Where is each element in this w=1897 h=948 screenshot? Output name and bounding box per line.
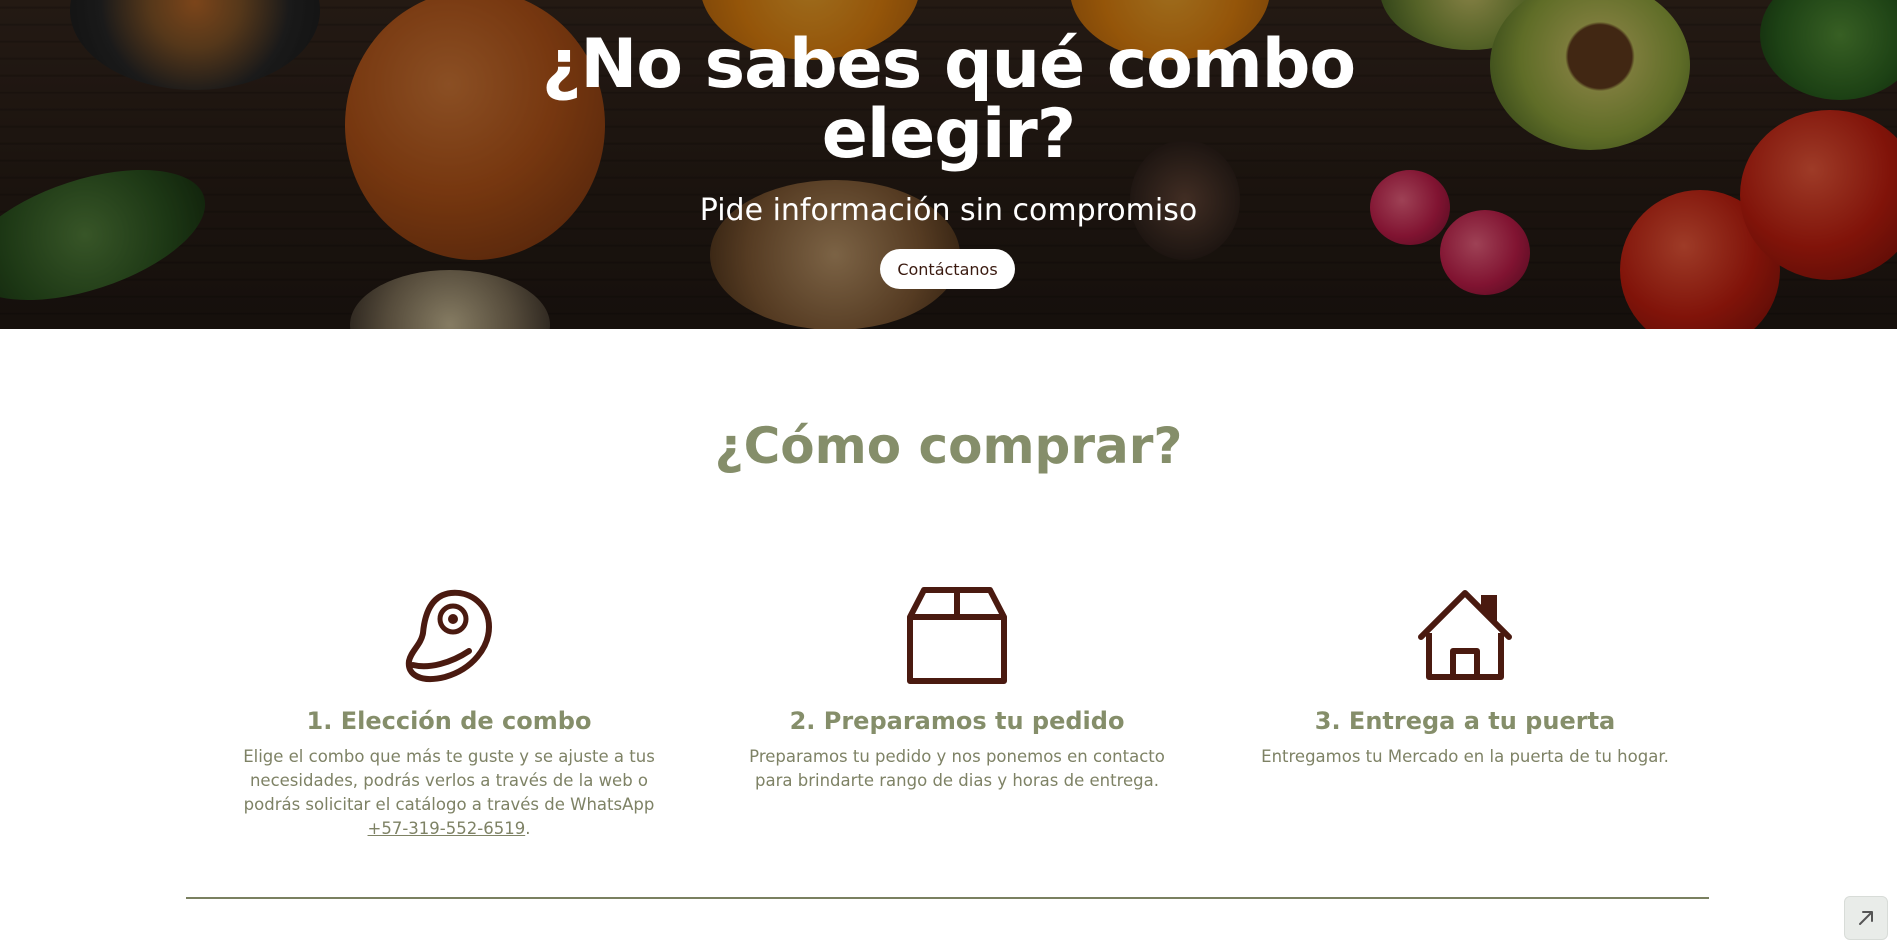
step-card-prepare-order: 2. Preparamos tu pedido Preparamos tu pe… (727, 585, 1187, 793)
hero-banner: ¿No sabes qué combo elegir? Pide informa… (0, 0, 1897, 329)
hero-title: ¿No sabes qué combo elegir? (0, 30, 1897, 170)
hero-subtitle: Pide información sin compromiso (699, 193, 1198, 228)
step-title: 3. Entrega a tu puerta (1314, 707, 1616, 735)
step-description-end: . (525, 819, 531, 838)
hero-title-line-1: ¿No sabes qué combo (541, 25, 1356, 104)
hero-title-line-2: elegir? (821, 95, 1077, 174)
arrow-up-right-icon (1859, 911, 1873, 925)
whatsapp-link[interactable]: +57-319-552-6519 (368, 819, 526, 838)
step-description: Entregamos tu Mercado en la puerta de tu… (1261, 747, 1669, 766)
contact-button[interactable]: Contáctanos (880, 249, 1015, 289)
step-description: Preparamos tu pedido y nos ponemos en co… (749, 747, 1165, 790)
step-card-choose-combo: 1. Elección de combo Elige el combo que … (219, 585, 679, 841)
step-description-text: Elige el combo que más te guste y se aju… (243, 747, 655, 814)
house-icon (1418, 590, 1512, 680)
step-description: Elige el combo que más te guste y se aju… (229, 745, 669, 841)
corner-expand-button[interactable] (1844, 896, 1888, 940)
step-card-door-delivery: 3. Entrega a tu puerta Entregamos tu Mer… (1235, 585, 1695, 769)
meat-steak-icon (405, 589, 492, 682)
section-title: ¿Cómo comprar? (714, 417, 1183, 475)
section-divider (186, 897, 1709, 899)
box-package-icon (907, 587, 1007, 684)
step-title: 1. Elección de combo (306, 707, 592, 735)
step-title: 2. Preparamos tu pedido (789, 707, 1125, 735)
